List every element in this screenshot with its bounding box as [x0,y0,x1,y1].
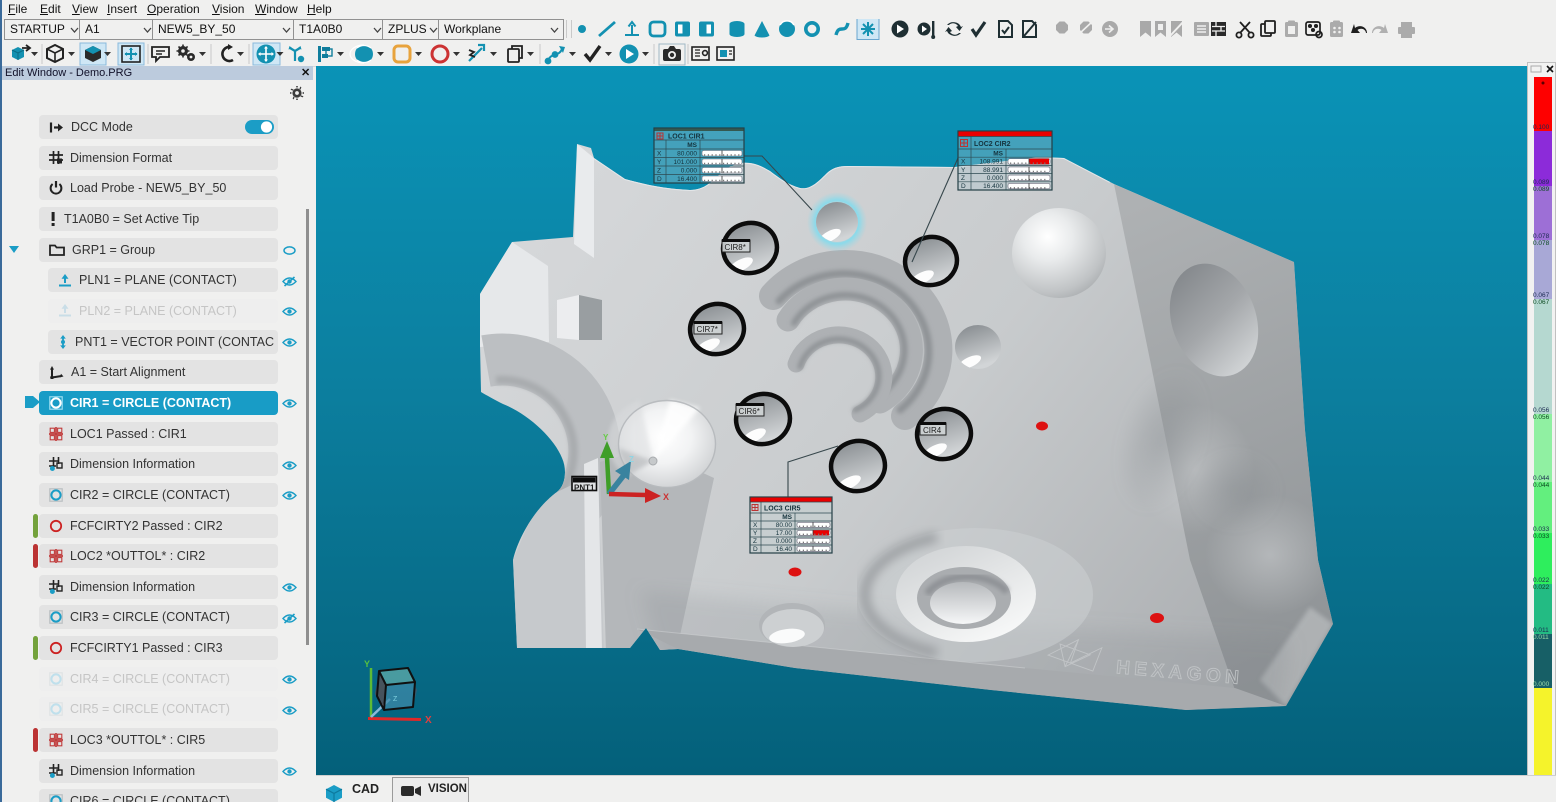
svg-text:Y: Y [961,167,966,174]
svg-text:0.078: 0.078 [1533,240,1550,247]
svg-text:16.400: 16.400 [677,176,697,183]
svg-text:80.00: 80.00 [776,522,793,529]
svg-text:D: D [961,183,966,190]
svg-text:CIR7*: CIR7* [697,325,718,334]
svg-text:Z: Z [629,455,634,464]
svg-text:0.022: 0.022 [1533,577,1550,584]
svg-text:0.000: 0.000 [681,168,698,175]
svg-text:CIR4: CIR4 [923,426,942,435]
svg-text:Z: Z [961,175,965,182]
svg-text:16.400: 16.400 [983,183,1003,190]
svg-text:MS: MS [782,514,792,521]
svg-text:Y: Y [657,159,662,166]
svg-text:0.078: 0.078 [1533,233,1550,240]
svg-text:0.056: 0.056 [1533,414,1550,421]
svg-text:88.991: 88.991 [983,167,1003,174]
svg-text:0.089: 0.089 [1533,179,1550,186]
svg-text:0.011: 0.011 [1533,627,1549,634]
svg-text:0.000: 0.000 [1533,681,1550,688]
svg-text:LOC2 CIR2: LOC2 CIR2 [974,141,1011,148]
svg-text:101.000: 101.000 [674,159,698,166]
svg-text:Y: Y [364,659,370,669]
svg-text:X: X [657,151,662,158]
svg-text:0.000: 0.000 [776,538,793,545]
svg-text:Z: Z [753,538,757,545]
svg-text:0.000: 0.000 [987,175,1004,182]
svg-text:CIR6*: CIR6* [739,407,760,416]
svg-text:Y: Y [753,530,758,537]
svg-text:PNT1: PNT1 [574,484,595,493]
svg-text:0.100: 0.100 [1533,124,1550,131]
svg-text:0.033: 0.033 [1533,533,1550,540]
svg-text:X: X [961,159,966,166]
svg-text:0.067: 0.067 [1533,299,1550,306]
svg-text:0.067: 0.067 [1533,292,1550,299]
svg-text:16.40: 16.40 [776,546,793,553]
svg-text:Y: Y [603,433,609,442]
svg-text:MS: MS [687,142,697,149]
svg-text:X: X [425,715,432,726]
svg-text:Z: Z [657,168,661,175]
svg-text:LOC1 CIR1: LOC1 CIR1 [668,134,705,141]
svg-text:108.991: 108.991 [980,159,1004,166]
svg-text:MS: MS [993,150,1003,157]
svg-text:0.056: 0.056 [1533,407,1550,414]
svg-text:17.00: 17.00 [776,530,793,537]
svg-text:0.044: 0.044 [1533,475,1550,482]
svg-text:LOC3 CIR5: LOC3 CIR5 [764,506,801,513]
svg-text:D: D [657,176,662,183]
svg-text:CIR8*: CIR8* [725,243,746,252]
svg-text:80.000: 80.000 [677,151,697,158]
svg-text:Z: Z [393,696,398,703]
svg-text:0.044: 0.044 [1533,482,1550,489]
svg-text:D: D [753,546,758,553]
svg-text:0.089: 0.089 [1533,186,1550,193]
svg-text:0.011: 0.011 [1533,634,1549,641]
svg-text:0.033: 0.033 [1533,526,1550,533]
svg-text:0.022: 0.022 [1533,584,1550,591]
svg-text:X: X [663,492,669,502]
svg-text:X: X [753,522,758,529]
